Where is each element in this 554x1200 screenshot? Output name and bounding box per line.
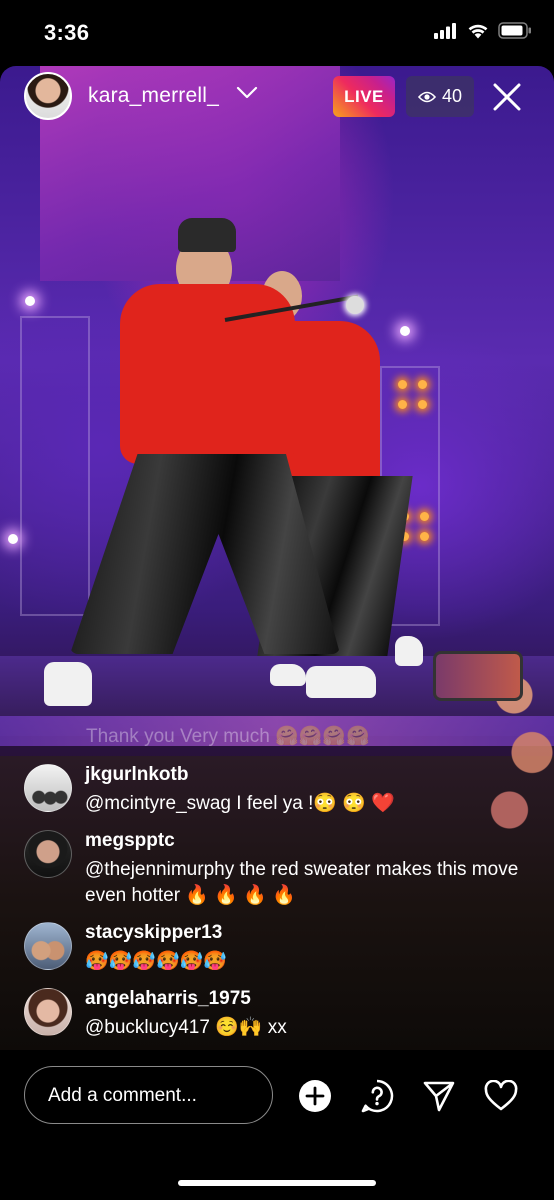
signal-icon	[434, 22, 456, 39]
audience-phone	[433, 651, 523, 701]
comment-text: 🥵🥵🥵🥵🥵🥵	[85, 951, 227, 972]
comment-username[interactable]: stacyskipper13	[85, 922, 222, 944]
faded-comment: Thank you Very much 🤗🤗🤗🤗	[86, 726, 370, 747]
status-icons	[434, 22, 532, 39]
battery-icon	[498, 22, 531, 39]
comment-username[interactable]: megspptc	[85, 830, 175, 852]
close-icon	[493, 83, 521, 111]
eye-icon	[417, 91, 436, 102]
comment-input[interactable]: Add a comment...	[24, 1066, 273, 1124]
close-button[interactable]	[488, 78, 526, 116]
comment-avatar[interactable]	[24, 830, 72, 878]
viewer-count-value: 40	[441, 86, 463, 106]
host-username[interactable]: kara_merrell_	[88, 84, 219, 108]
stage-light	[418, 400, 427, 409]
status-time: 3:36	[44, 20, 90, 45]
live-header: kara_merrell_ LIVE 40	[0, 66, 554, 130]
comment-username[interactable]: angelaharris_1975	[85, 988, 251, 1010]
stage-light	[25, 296, 35, 306]
stage-light	[398, 400, 407, 409]
stage-light	[400, 326, 410, 336]
comment-text: @mcintyre_swag I feel ya !😳 😳 ❤️	[85, 793, 395, 814]
question-button[interactable]	[359, 1078, 395, 1114]
comment-text: @thejennimurphy the red sweater makes th…	[85, 859, 519, 906]
stage-light	[398, 380, 407, 389]
comment-avatar[interactable]	[24, 764, 72, 812]
stage-light	[420, 532, 429, 541]
viewer-count[interactable]: 40	[406, 76, 474, 117]
share-button[interactable]	[421, 1078, 457, 1114]
comment-placeholder: Add a comment...	[48, 1085, 197, 1106]
stage-light	[420, 512, 429, 521]
live-badge: LIVE	[333, 76, 395, 117]
comment-username[interactable]: jkgurlnkotb	[85, 764, 188, 786]
like-button[interactable]	[483, 1078, 519, 1114]
wifi-icon	[468, 24, 488, 38]
home-indicator[interactable]	[178, 1180, 376, 1186]
share-icon	[423, 1081, 455, 1112]
stage-light	[8, 534, 18, 544]
stage-light	[418, 380, 427, 389]
add-button[interactable]	[297, 1078, 333, 1114]
heart-icon	[484, 1080, 518, 1111]
comment-avatar[interactable]	[24, 922, 72, 970]
host-avatar[interactable]	[24, 72, 72, 120]
chevron-down-icon[interactable]	[236, 86, 258, 105]
add-icon	[299, 1080, 331, 1112]
question-icon	[361, 1079, 394, 1113]
bottom-bar: Add a comment...	[0, 1050, 554, 1200]
comment-avatar[interactable]	[24, 988, 72, 1036]
comment-text: @bucklucy417 ☺️🙌 xx	[85, 1017, 287, 1038]
status-bar: 3:36	[0, 0, 554, 66]
stage-truss-left	[20, 316, 90, 616]
live-label: LIVE	[344, 86, 384, 106]
